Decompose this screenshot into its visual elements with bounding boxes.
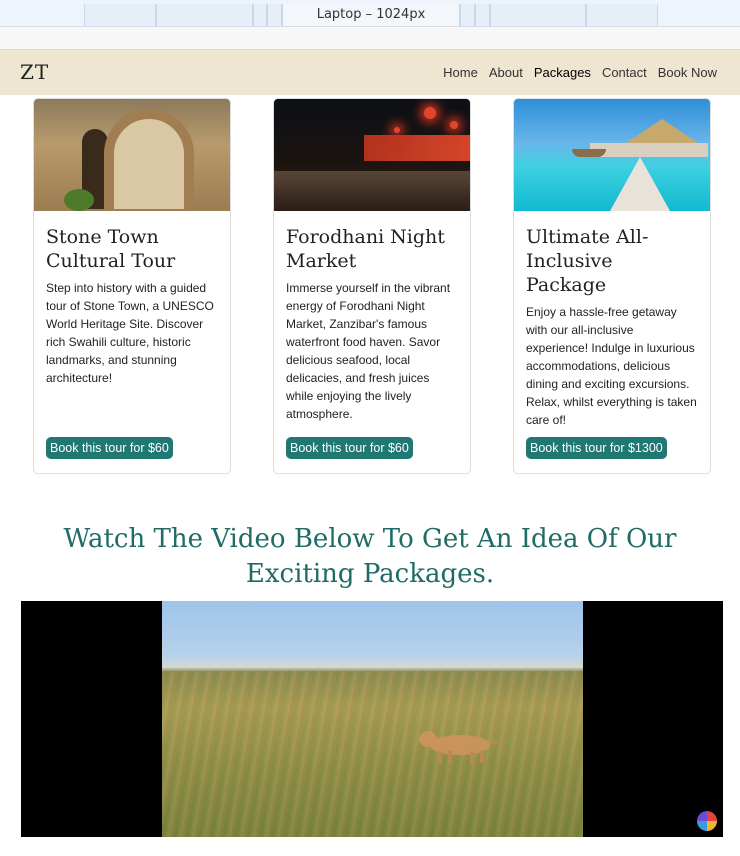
lioness-icon: [419, 731, 503, 763]
devtools-gap: [0, 27, 740, 49]
pier-shape: [610, 157, 670, 211]
viewport-size-label[interactable]: Laptop – 1024px: [282, 4, 460, 26]
nav-contact[interactable]: Contact: [602, 65, 647, 80]
lantern-shape: [394, 127, 400, 133]
video-player[interactable]: [21, 601, 723, 837]
ruler-segment[interactable]: [490, 4, 586, 26]
tour-card-all-inclusive: Ultimate All-Inclusive Package Enjoy a h…: [513, 98, 711, 474]
book-tour-button[interactable]: Book this tour for $1300: [526, 437, 667, 459]
nav-links: Home About Packages Contact Book Now: [443, 65, 717, 80]
grass-texture: [162, 671, 583, 837]
ruler-segment[interactable]: [253, 4, 267, 26]
arch-shape: [104, 109, 194, 211]
ruler-segment[interactable]: [84, 4, 156, 26]
nav-packages[interactable]: Packages: [534, 65, 591, 80]
hut-shape: [590, 143, 708, 157]
card-description: Immerse yourself in the vibrant energy o…: [286, 281, 451, 421]
card-title: Forodhani Night Market: [286, 226, 445, 272]
lantern-shape: [450, 121, 458, 129]
night-market-image: [274, 99, 470, 211]
ruler-segment[interactable]: [156, 4, 253, 26]
navbar: ZT Home About Packages Contact Book Now: [0, 49, 740, 95]
ruler-segment[interactable]: [475, 4, 490, 26]
brand-logo[interactable]: ZT: [20, 60, 49, 84]
ruler-segment[interactable]: [460, 4, 475, 26]
nav-book-now[interactable]: Book Now: [658, 65, 717, 80]
ruler-segment[interactable]: [267, 4, 282, 26]
beach-image: [514, 99, 710, 211]
tour-card-forodhani: Forodhani Night Market Immerse yourself …: [273, 98, 471, 474]
devtools-device-ruler: Laptop – 1024px: [0, 0, 740, 27]
stone-town-image: [34, 99, 230, 211]
lantern-shape: [424, 107, 436, 119]
boat-shape: [572, 149, 606, 157]
nav-home[interactable]: Home: [443, 65, 478, 80]
card-title: Stone Town Cultural Tour: [46, 226, 176, 272]
card-description: Enjoy a hassle-free getaway with our all…: [526, 305, 697, 427]
crowd-shape: [274, 171, 470, 211]
book-tour-button[interactable]: Book this tour for $60: [46, 437, 173, 459]
tour-card-stone-town: Stone Town Cultural Tour Step into histo…: [33, 98, 231, 474]
bush-shape: [64, 189, 94, 211]
card-description: Step into history with a guided tour of …: [46, 281, 214, 385]
stall-shape: [364, 135, 470, 161]
card-title: Ultimate All-Inclusive Package: [526, 226, 649, 296]
ruler-segment[interactable]: [586, 4, 658, 26]
hut-roof-shape: [626, 119, 698, 143]
channel-logo-icon[interactable]: [697, 811, 717, 831]
video-section-heading: Watch The Video Below To Get An Idea Of …: [63, 524, 677, 589]
book-tour-button[interactable]: Book this tour for $60: [286, 437, 413, 459]
video-frame: [162, 601, 583, 837]
nav-about[interactable]: About: [489, 65, 523, 80]
